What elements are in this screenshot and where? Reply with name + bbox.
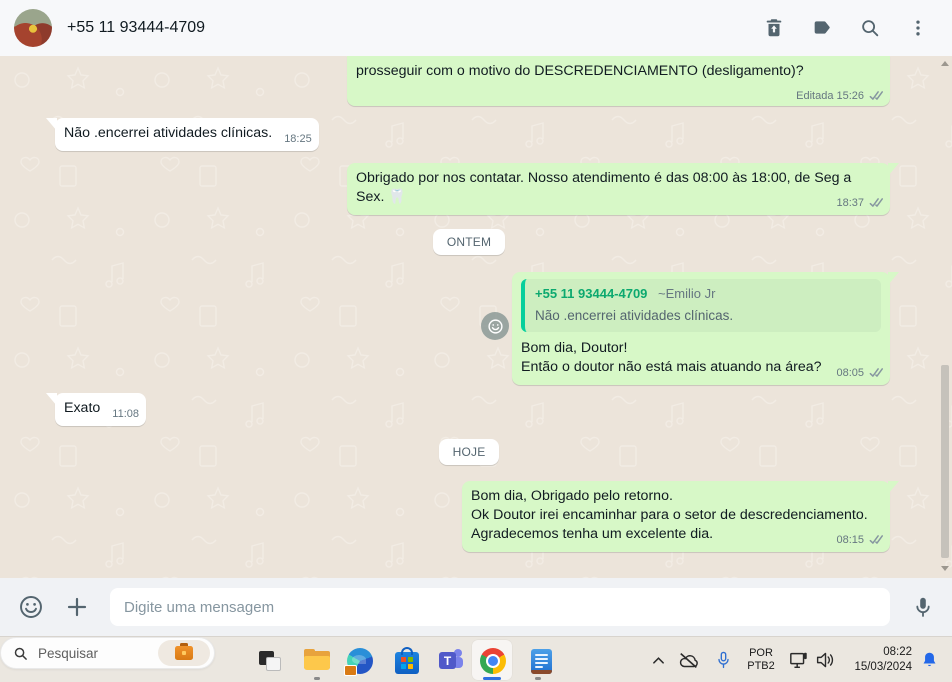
message-line: Ok Doutor irei encaminhar para o setor d…	[471, 507, 868, 523]
header-actions	[762, 16, 930, 40]
microphone-icon[interactable]	[910, 594, 936, 620]
tray-time: 08:22	[883, 646, 912, 659]
tray-date: 15/03/2024	[854, 661, 912, 673]
message-outgoing[interactable]: Bom dia, Obrigado pelo retorno. Ok Douto…	[462, 481, 899, 552]
message-time: 08:05	[836, 367, 864, 379]
message-line: Então o doutor não está mais atuando na …	[521, 359, 822, 375]
message-line: Bom dia, Obrigado pelo retorno.	[471, 488, 673, 504]
taskbar-search-box[interactable]	[0, 637, 215, 669]
windows-taskbar: T POR PTB2 08:22	[0, 636, 952, 682]
teams-icon: T	[439, 649, 463, 673]
message-line: Bom dia, Doutor!	[521, 340, 628, 356]
message-composer	[0, 578, 952, 636]
quoted-header: +55 11 93444-4709 ~Emilio Jr	[535, 284, 871, 303]
language-indicator[interactable]: POR PTB2	[742, 637, 780, 682]
menu-kebab-icon[interactable]	[906, 16, 930, 40]
message-text: Obrigado por nos contatar. Nosso atendim…	[356, 170, 852, 205]
edge-icon	[344, 648, 373, 676]
message-outgoing[interactable]: prosseguir com o motivo do DESCREDENCIAM…	[347, 56, 890, 106]
message-meta: 18:25	[284, 132, 312, 146]
message-time: 15:26	[836, 90, 864, 102]
language-line1: POR	[749, 646, 773, 659]
taskbar-search-input[interactable]	[36, 644, 150, 662]
chrome-button[interactable]	[479, 647, 507, 675]
message-text: prosseguir com o motivo do DESCREDENCIAM…	[356, 63, 804, 79]
emoji-picker-icon[interactable]	[18, 594, 44, 620]
message-incoming[interactable]: Exato 11:08	[46, 393, 146, 426]
date-divider-label: HOJE	[438, 439, 500, 465]
message-meta: 08:15	[836, 533, 883, 547]
message-time: 18:25	[284, 133, 312, 145]
double-check-icon	[867, 90, 883, 102]
message-meta: 18:37	[836, 196, 883, 210]
search-icon[interactable]	[858, 16, 882, 40]
edited-label: Editada	[796, 90, 834, 102]
message-outgoing[interactable]: Obrigado por nos contatar. Nosso atendim…	[347, 163, 899, 215]
contact-avatar[interactable]	[14, 9, 52, 47]
date-divider: ONTEM	[0, 229, 938, 255]
chrome-icon	[480, 648, 506, 674]
quoted-sender-number: +55 11 93444-4709	[535, 286, 648, 301]
start-button[interactable]	[8, 650, 28, 670]
notification-bell-icon[interactable]	[916, 637, 942, 682]
message-meta: Editada 15:26	[796, 89, 883, 103]
file-explorer-button[interactable]	[303, 647, 331, 675]
scrollbar-thumb[interactable]	[941, 365, 949, 558]
microphone-in-use-icon[interactable]	[712, 637, 734, 682]
message-text: Não .encerrei atividades clínicas.	[64, 125, 273, 141]
message-incoming[interactable]: Não .encerrei atividades clínicas. 18:25	[46, 118, 319, 151]
message-meta: 11:08	[112, 407, 139, 421]
active-running-indicator	[483, 677, 501, 680]
scrollbar-down-arrow[interactable]	[941, 566, 949, 571]
language-line2: PTB2	[747, 660, 775, 672]
label-icon[interactable]	[810, 16, 834, 40]
message-line: Agradecemos tenha um excelente dia.	[471, 526, 714, 542]
date-divider-label: ONTEM	[432, 229, 506, 255]
running-indicator	[314, 677, 320, 680]
edge-button[interactable]	[344, 647, 374, 676]
message-outgoing-with-quote[interactable]: +55 11 93444-4709 ~Emilio Jr Não .encerr…	[512, 272, 899, 385]
task-view-icon	[259, 651, 281, 671]
react-emoji-button[interactable]	[481, 312, 509, 340]
briefcase-icon	[175, 643, 193, 660]
tray-chevron-up[interactable]	[648, 637, 668, 682]
quoted-message[interactable]: +55 11 93444-4709 ~Emilio Jr Não .encerr…	[521, 279, 881, 332]
whatsapp-desktop-window: +55 11 93444-4709 prosseguir com o motiv…	[0, 0, 952, 682]
delete-chat-icon[interactable]	[762, 16, 786, 40]
volume-icon[interactable]	[812, 637, 838, 682]
teams-letter: T	[439, 652, 456, 669]
message-time: 18:37	[836, 197, 864, 209]
running-indicator	[535, 677, 541, 680]
quoted-text: Não .encerrei atividades clínicas.	[535, 308, 734, 323]
task-view-button[interactable]	[256, 647, 284, 675]
microsoft-store-button[interactable]	[393, 646, 421, 675]
contact-phone-title[interactable]: +55 11 93444-4709	[67, 19, 205, 37]
message-time: 11:08	[112, 408, 139, 420]
chat-header: +55 11 93444-4709	[0, 0, 952, 56]
notepad-button[interactable]	[527, 647, 555, 675]
message-meta: 08:05	[836, 366, 883, 380]
cast-display-icon[interactable]	[786, 637, 812, 682]
quoted-sender-name: ~Emilio Jr	[658, 286, 716, 301]
teams-button[interactable]: T	[437, 647, 465, 675]
double-check-icon	[867, 197, 883, 209]
attach-plus-icon[interactable]	[64, 594, 90, 620]
double-check-icon	[867, 534, 883, 546]
date-divider: HOJE	[0, 439, 938, 465]
onedrive-paused-icon[interactable]	[676, 637, 702, 682]
double-check-icon	[867, 367, 883, 379]
clock-date[interactable]: 08:22 15/03/2024	[846, 637, 912, 682]
chat-scrollbar[interactable]	[938, 56, 952, 578]
scrollbar-up-arrow[interactable]	[941, 61, 949, 66]
message-time: 08:15	[836, 534, 864, 546]
chat-message-area: prosseguir com o motivo do DESCREDENCIAM…	[0, 56, 952, 578]
work-profile-badge	[344, 665, 357, 676]
search-highlight-capsule[interactable]	[158, 640, 210, 666]
microsoft-store-icon	[395, 646, 419, 674]
message-text: Exato	[64, 400, 101, 416]
file-explorer-icon	[304, 649, 330, 671]
notepad-icon	[530, 648, 552, 674]
message-input[interactable]	[110, 588, 890, 626]
